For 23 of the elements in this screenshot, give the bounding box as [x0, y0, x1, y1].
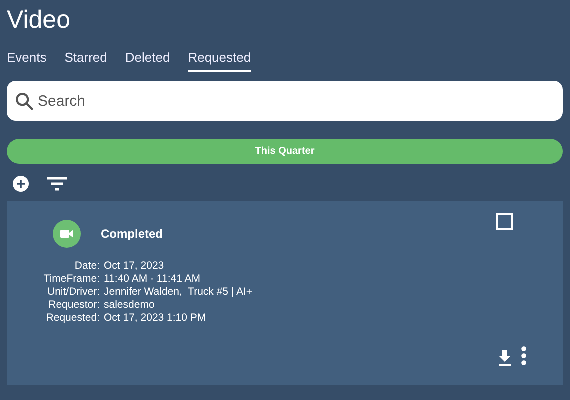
- detail-value: Jennifer Walden, Truck #5 | AI+: [104, 286, 253, 298]
- tab[interactable]: Deleted: [125, 50, 170, 70]
- tab[interactable]: Requested: [188, 50, 252, 72]
- page-title: Video: [7, 5, 72, 36]
- detail-value: Oct 17, 2023 1:10 PM: [104, 312, 208, 324]
- more-options-icon[interactable]: [521, 346, 527, 366]
- detail-label: Unit/Driver:: [46, 286, 100, 298]
- tab[interactable]: Starred: [64, 50, 108, 70]
- checkbox[interactable]: [496, 213, 513, 230]
- search-field[interactable]: Search: [7, 81, 563, 121]
- status-text: Completed: [101, 227, 164, 241]
- download-icon[interactable]: [498, 350, 512, 366]
- detail-value: Oct 17, 2023: [104, 260, 166, 272]
- detail-label: Requested:: [45, 312, 100, 324]
- video-camera-icon: [53, 220, 81, 248]
- detail-label: TimeFrame:: [43, 273, 100, 285]
- add-icon[interactable]: [13, 176, 29, 192]
- detail-value: 11:40 AM - 11:41 AM: [104, 273, 202, 285]
- detail-label: Requestor:: [48, 299, 100, 311]
- tab[interactable]: Events: [7, 50, 47, 70]
- filter-icon[interactable]: [47, 177, 67, 191]
- detail-label: Date:: [74, 260, 100, 272]
- detail-value: salesdemo: [104, 299, 156, 311]
